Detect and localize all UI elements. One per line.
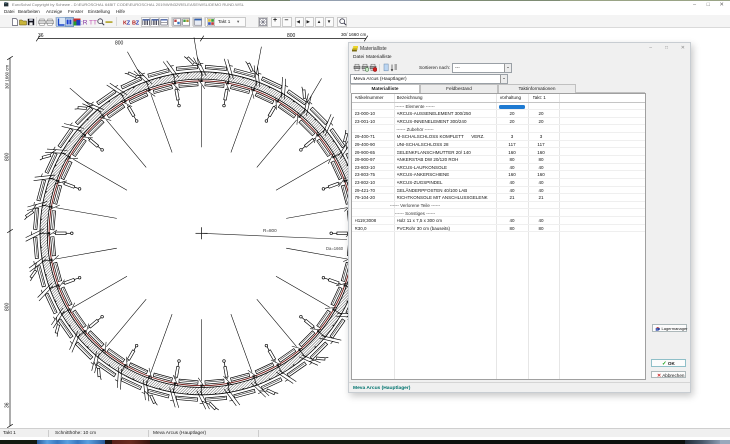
svg-text:Z: Z [136, 20, 140, 26]
svg-text:800: 800 [287, 33, 296, 39]
svg-text:36: 36 [38, 33, 44, 39]
svg-text:Da=1660: Da=1660 [326, 246, 344, 251]
svg-text:Z: Z [127, 20, 131, 26]
svg-text:800: 800 [5, 302, 11, 311]
svg-text:TT: TT [89, 19, 97, 26]
svg-text::R: :R [81, 19, 88, 26]
svg-text:30/ 1660 cm: 30/ 1660 cm [341, 32, 366, 37]
svg-text:R=800: R=800 [263, 228, 277, 233]
svg-text:800: 800 [5, 152, 11, 161]
svg-text:36: 36 [5, 402, 11, 408]
svg-text:30/ 1660 cm: 30/ 1660 cm [5, 64, 10, 89]
svg-text:800: 800 [115, 41, 124, 47]
